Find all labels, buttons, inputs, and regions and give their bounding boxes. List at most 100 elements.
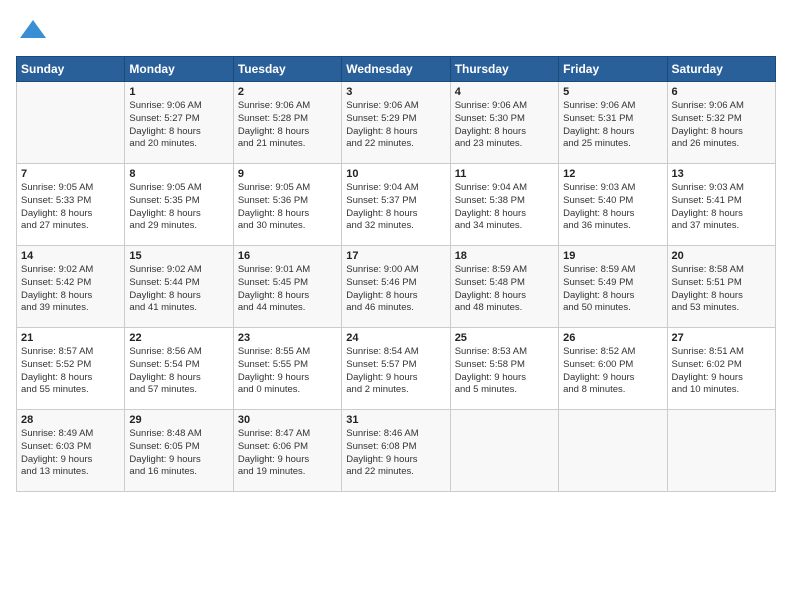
day-info: Sunrise: 8:53 AMSunset: 5:58 PMDaylight:… bbox=[455, 346, 554, 397]
day-number: 13 bbox=[672, 168, 771, 180]
calendar-cell: 16 Sunrise: 9:01 AMSunset: 5:45 PMDayligh… bbox=[233, 246, 341, 328]
day-number: 18 bbox=[455, 250, 554, 262]
day-info: Sunrise: 9:05 AMSunset: 5:35 PMDaylight:… bbox=[129, 182, 228, 233]
day-info: Sunrise: 8:49 AMSunset: 6:03 PMDaylight:… bbox=[21, 428, 120, 479]
day-number: 2 bbox=[238, 86, 337, 98]
day-number: 12 bbox=[563, 168, 662, 180]
day-info: Sunrise: 9:05 AMSunset: 5:36 PMDaylight:… bbox=[238, 182, 337, 233]
day-number: 6 bbox=[672, 86, 771, 98]
day-number: 24 bbox=[346, 332, 445, 344]
week-row-1: 1 Sunrise: 9:06 AMSunset: 5:27 PMDaylight… bbox=[17, 82, 776, 164]
calendar-cell: 8 Sunrise: 9:05 AMSunset: 5:35 PMDaylight… bbox=[125, 164, 233, 246]
calendar-cell: 21 Sunrise: 8:57 AMSunset: 5:52 PMDayligh… bbox=[17, 328, 125, 410]
day-number: 19 bbox=[563, 250, 662, 262]
day-info: Sunrise: 9:06 AMSunset: 5:31 PMDaylight:… bbox=[563, 100, 662, 151]
day-info: Sunrise: 9:01 AMSunset: 5:45 PMDaylight:… bbox=[238, 264, 337, 315]
day-number: 25 bbox=[455, 332, 554, 344]
weekday-header-tuesday: Tuesday bbox=[233, 57, 341, 82]
day-info: Sunrise: 9:03 AMSunset: 5:40 PMDaylight:… bbox=[563, 182, 662, 233]
day-number: 9 bbox=[238, 168, 337, 180]
day-number: 5 bbox=[563, 86, 662, 98]
day-number: 17 bbox=[346, 250, 445, 262]
day-info: Sunrise: 8:56 AMSunset: 5:54 PMDaylight:… bbox=[129, 346, 228, 397]
weekday-header-friday: Friday bbox=[559, 57, 667, 82]
day-info: Sunrise: 9:04 AMSunset: 5:38 PMDaylight:… bbox=[455, 182, 554, 233]
week-row-5: 28 Sunrise: 8:49 AMSunset: 6:03 PMDayligh… bbox=[17, 410, 776, 492]
week-row-3: 14 Sunrise: 9:02 AMSunset: 5:42 PMDayligh… bbox=[17, 246, 776, 328]
calendar-cell: 25 Sunrise: 8:53 AMSunset: 5:58 PMDayligh… bbox=[450, 328, 558, 410]
day-info: Sunrise: 8:48 AMSunset: 6:05 PMDaylight:… bbox=[129, 428, 228, 479]
calendar-table: SundayMondayTuesdayWednesdayThursdayFrid… bbox=[16, 56, 776, 492]
calendar-cell: 7Sunrise: 9:05 AMSunset: 5:33 PMDaylight… bbox=[17, 164, 125, 246]
day-number: 3 bbox=[346, 86, 445, 98]
day-number: 1 bbox=[129, 86, 228, 98]
weekday-header-thursday: Thursday bbox=[450, 57, 558, 82]
calendar-cell: 22 Sunrise: 8:56 AMSunset: 5:54 PMDayligh… bbox=[125, 328, 233, 410]
calendar-cell: 24 Sunrise: 8:54 AMSunset: 5:57 PMDayligh… bbox=[342, 328, 450, 410]
calendar-cell bbox=[17, 82, 125, 164]
day-info: Sunrise: 8:52 AMSunset: 6:00 PMDaylight:… bbox=[563, 346, 662, 397]
day-info: Sunrise: 9:06 AMSunset: 5:30 PMDaylight:… bbox=[455, 100, 554, 151]
day-number: 28 bbox=[21, 414, 120, 426]
day-info: Sunrise: 9:00 AMSunset: 5:46 PMDaylight:… bbox=[346, 264, 445, 315]
week-row-4: 21 Sunrise: 8:57 AMSunset: 5:52 PMDayligh… bbox=[17, 328, 776, 410]
day-info: Sunrise: 8:59 AMSunset: 5:49 PMDaylight:… bbox=[563, 264, 662, 315]
calendar-cell: 20Sunrise: 8:58 AMSunset: 5:51 PMDayligh… bbox=[667, 246, 775, 328]
page-container: SundayMondayTuesdayWednesdayThursdayFrid… bbox=[0, 0, 792, 612]
day-info: Sunrise: 9:04 AMSunset: 5:37 PMDaylight:… bbox=[346, 182, 445, 233]
calendar-cell: 18 Sunrise: 8:59 AMSunset: 5:48 PMDayligh… bbox=[450, 246, 558, 328]
weekday-header-wednesday: Wednesday bbox=[342, 57, 450, 82]
calendar-cell: 12 Sunrise: 9:03 AMSunset: 5:40 PMDayligh… bbox=[559, 164, 667, 246]
calendar-cell: 13 Sunrise: 9:03 AMSunset: 5:41 PMDayligh… bbox=[667, 164, 775, 246]
day-info: Sunrise: 9:03 AMSunset: 5:41 PMDaylight:… bbox=[672, 182, 771, 233]
calendar-cell bbox=[559, 410, 667, 492]
day-info: Sunrise: 9:06 AMSunset: 5:27 PMDaylight:… bbox=[129, 100, 228, 151]
day-info: Sunrise: 9:05 AMSunset: 5:33 PMDaylight:… bbox=[21, 182, 120, 233]
day-number: 10 bbox=[346, 168, 445, 180]
calendar-cell: 28 Sunrise: 8:49 AMSunset: 6:03 PMDayligh… bbox=[17, 410, 125, 492]
day-info: Sunrise: 8:54 AMSunset: 5:57 PMDaylight:… bbox=[346, 346, 445, 397]
calendar-cell: 26 Sunrise: 8:52 AMSunset: 6:00 PMDayligh… bbox=[559, 328, 667, 410]
day-info: Sunrise: 8:59 AMSunset: 5:48 PMDaylight:… bbox=[455, 264, 554, 315]
day-number: 16 bbox=[238, 250, 337, 262]
week-row-2: 7Sunrise: 9:05 AMSunset: 5:33 PMDaylight… bbox=[17, 164, 776, 246]
calendar-cell bbox=[450, 410, 558, 492]
day-info: Sunrise: 8:51 AMSunset: 6:02 PMDaylight:… bbox=[672, 346, 771, 397]
day-number: 21 bbox=[21, 332, 120, 344]
day-number: 26 bbox=[563, 332, 662, 344]
calendar-cell: 31Sunrise: 8:46 AMSunset: 6:08 PMDayligh… bbox=[342, 410, 450, 492]
weekday-header-saturday: Saturday bbox=[667, 57, 775, 82]
day-number: 4 bbox=[455, 86, 554, 98]
day-info: Sunrise: 9:06 AMSunset: 5:28 PMDaylight:… bbox=[238, 100, 337, 151]
calendar-cell: 19 Sunrise: 8:59 AMSunset: 5:49 PMDayligh… bbox=[559, 246, 667, 328]
day-number: 30 bbox=[238, 414, 337, 426]
day-info: Sunrise: 8:57 AMSunset: 5:52 PMDaylight:… bbox=[21, 346, 120, 397]
calendar-cell: 2 Sunrise: 9:06 AMSunset: 5:28 PMDaylight… bbox=[233, 82, 341, 164]
day-number: 29 bbox=[129, 414, 228, 426]
calendar-cell: 29 Sunrise: 8:48 AMSunset: 6:05 PMDayligh… bbox=[125, 410, 233, 492]
day-number: 31 bbox=[346, 414, 445, 426]
logo bbox=[16, 16, 48, 46]
calendar-cell bbox=[667, 410, 775, 492]
day-number: 8 bbox=[129, 168, 228, 180]
day-number: 15 bbox=[129, 250, 228, 262]
weekday-header-monday: Monday bbox=[125, 57, 233, 82]
calendar-cell: 4 Sunrise: 9:06 AMSunset: 5:30 PMDaylight… bbox=[450, 82, 558, 164]
calendar-cell: 3 Sunrise: 9:06 AMSunset: 5:29 PMDaylight… bbox=[342, 82, 450, 164]
calendar-cell: 14 Sunrise: 9:02 AMSunset: 5:42 PMDayligh… bbox=[17, 246, 125, 328]
day-number: 22 bbox=[129, 332, 228, 344]
calendar-cell: 30 Sunrise: 8:47 AMSunset: 6:06 PMDayligh… bbox=[233, 410, 341, 492]
calendar-cell: 11 Sunrise: 9:04 AMSunset: 5:38 PMDayligh… bbox=[450, 164, 558, 246]
day-number: 11 bbox=[455, 168, 554, 180]
weekday-header-sunday: Sunday bbox=[17, 57, 125, 82]
day-info: Sunrise: 8:47 AMSunset: 6:06 PMDaylight:… bbox=[238, 428, 337, 479]
header bbox=[16, 16, 776, 46]
day-info: Sunrise: 8:58 AMSunset: 5:51 PMDaylight:… bbox=[672, 264, 771, 315]
calendar-cell: 17 Sunrise: 9:00 AMSunset: 5:46 PMDayligh… bbox=[342, 246, 450, 328]
day-number: 14 bbox=[21, 250, 120, 262]
day-info: Sunrise: 9:06 AMSunset: 5:29 PMDaylight:… bbox=[346, 100, 445, 151]
logo-icon bbox=[18, 16, 48, 46]
day-info: Sunrise: 9:02 AMSunset: 5:42 PMDaylight:… bbox=[21, 264, 120, 315]
day-info: Sunrise: 8:55 AMSunset: 5:55 PMDaylight:… bbox=[238, 346, 337, 397]
calendar-cell: 9 Sunrise: 9:05 AMSunset: 5:36 PMDaylight… bbox=[233, 164, 341, 246]
